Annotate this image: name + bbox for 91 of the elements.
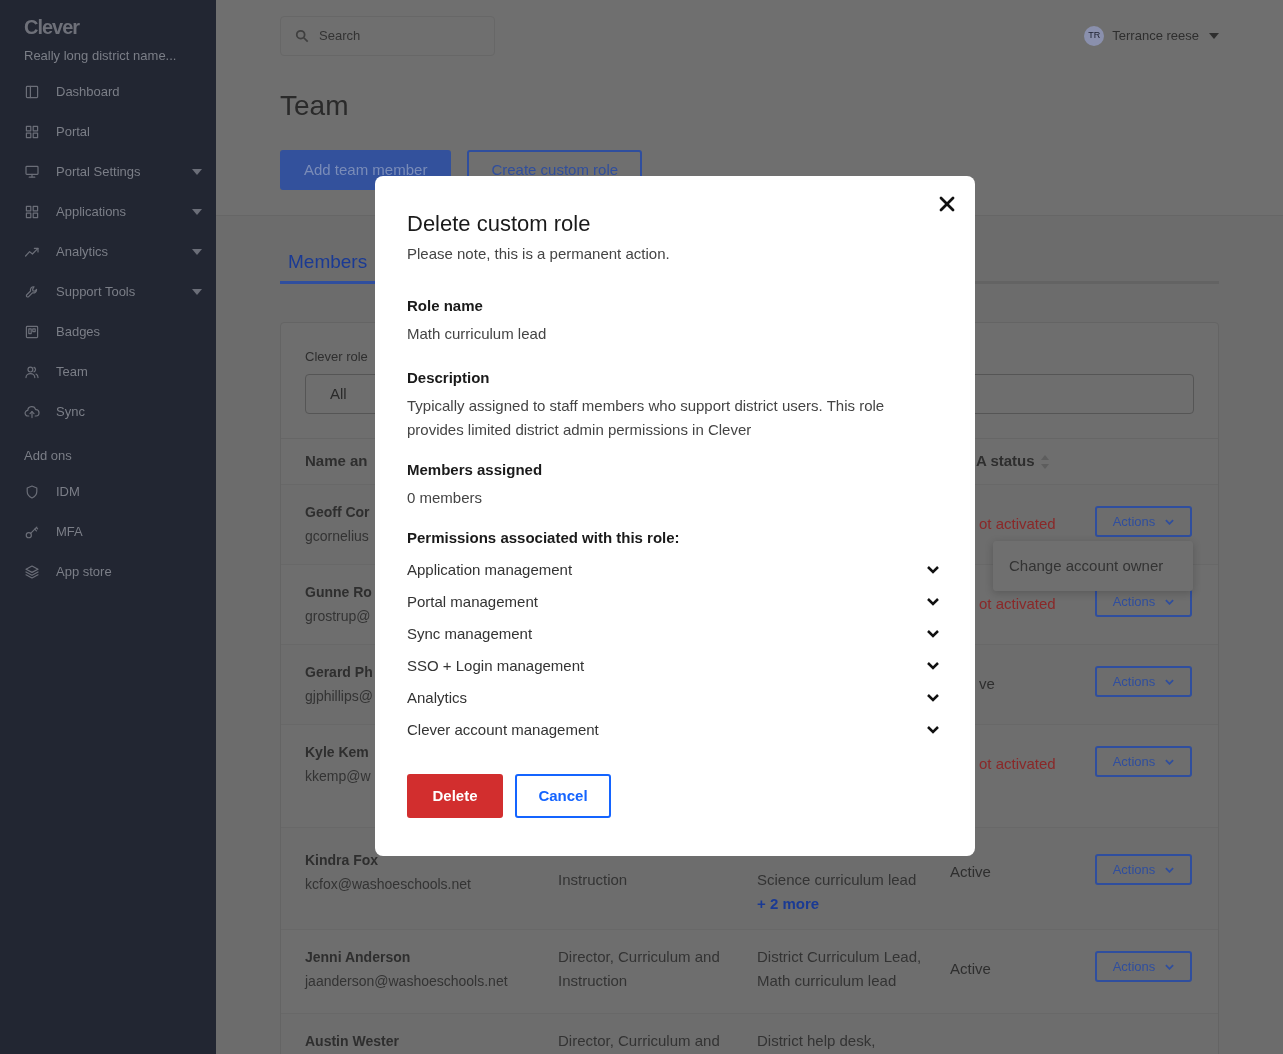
- cancel-button[interactable]: Cancel: [515, 774, 611, 818]
- cloud-upload-icon: [24, 403, 40, 420]
- district-name[interactable]: Really long district name...: [0, 46, 177, 66]
- caret-icon[interactable]: [192, 288, 202, 295]
- member-email: kkemp@w: [305, 767, 371, 786]
- member-name: Jenni Anderson: [305, 948, 411, 967]
- role-text: Director, Curriculum and: [558, 1031, 720, 1051]
- avatar[interactable]: TR: [1084, 26, 1105, 46]
- chevron-icon: [1165, 598, 1175, 605]
- modal-subtitle: Please note, this is a permanent action.: [407, 244, 670, 264]
- close-icon[interactable]: [939, 196, 955, 212]
- modal-title: Delete custom role: [407, 210, 591, 238]
- caret-icon[interactable]: [192, 168, 202, 175]
- member-name: Geoff Cor: [305, 503, 370, 522]
- board-icon: [24, 323, 40, 340]
- field-value: Typically assigned to staff members who support district users. This role provides limited district admin permissions in Clever: [407, 396, 886, 440]
- status-text: ve: [979, 675, 995, 692]
- custom-role-text: District help desk,: [757, 1031, 876, 1051]
- member-name: Kindra Fox: [305, 851, 379, 870]
- panel-icon: [24, 83, 40, 100]
- member-email: kcfox@washoeschools.net: [305, 875, 471, 894]
- user-name[interactable]: Terrance reese: [1112, 26, 1199, 46]
- grid-icon: [24, 203, 40, 220]
- search-icon: [295, 29, 309, 43]
- permission-row[interactable]: Sync management: [407, 618, 943, 650]
- status-text: ot activated: [979, 515, 1056, 532]
- menu-item[interactable]: Change account owner: [993, 549, 1193, 583]
- column-header[interactable]: A status: [976, 450, 1035, 473]
- custom-role-text: Science curriculum lead: [757, 870, 917, 890]
- chevron-icon: [1165, 963, 1175, 970]
- section-heading: Add ons: [23, 446, 73, 465]
- chevron-icon: [1165, 758, 1175, 765]
- permission-row[interactable]: Analytics: [407, 682, 943, 714]
- member-email: grostrup@: [305, 607, 371, 626]
- role-text: Instruction: [558, 971, 628, 991]
- field-label: Description: [407, 368, 490, 388]
- logo[interactable]: Clever: [0, 12, 80, 42]
- nav-item[interactable]: Portal: [56, 121, 202, 142]
- permission-row[interactable]: Application management: [407, 554, 943, 586]
- field-label: Role name: [407, 296, 483, 316]
- nav-item[interactable]: IDM: [56, 481, 202, 502]
- nav-item[interactable]: Dashboard: [56, 81, 202, 102]
- monitor-icon: [24, 163, 40, 180]
- delete-button[interactable]: Delete: [407, 774, 503, 818]
- chevron-icon: [1165, 518, 1175, 525]
- caret-icon[interactable]: [192, 208, 202, 215]
- chevron-icon: [1165, 866, 1175, 873]
- caret-icon[interactable]: [192, 248, 202, 255]
- nav-item[interactable]: Applications: [56, 201, 192, 222]
- caret-icon[interactable]: [1209, 33, 1219, 39]
- nav-item[interactable]: MFA: [56, 521, 202, 542]
- more-link[interactable]: + 2 more: [757, 892, 820, 916]
- permissions-heading: Permissions associated with this role:: [407, 528, 680, 548]
- field-label: Members assigned: [407, 460, 543, 480]
- member-name: Austin Wester: [305, 1032, 399, 1051]
- status-text: Active: [950, 960, 991, 977]
- shield-icon: [24, 483, 40, 500]
- status-text: ot activated: [979, 755, 1056, 772]
- nav-item[interactable]: Support Tools: [56, 281, 192, 302]
- status-text: ot activated: [979, 595, 1056, 612]
- nav-item[interactable]: Sync: [56, 401, 202, 422]
- member-email: gjphillips@: [305, 687, 373, 706]
- field-value: Math curriculum lead: [407, 324, 548, 344]
- grid-icon: [24, 123, 40, 140]
- custom-role-text: Math curriculum lead: [757, 971, 897, 991]
- nav-item[interactable]: App store: [56, 561, 202, 582]
- nav-item[interactable]: Badges: [56, 321, 202, 342]
- nav-item[interactable]: Portal Settings: [56, 161, 192, 182]
- filter-label: Clever role: [305, 347, 368, 366]
- chevron-icon: [1165, 678, 1175, 685]
- wrench-icon: [24, 283, 40, 300]
- member-name: Gerard Ph: [305, 663, 373, 682]
- custom-role-text: District Curriculum Lead,: [757, 947, 922, 967]
- status-text: Active: [950, 863, 991, 880]
- page-title: Team: [280, 89, 349, 123]
- layers-icon: [24, 563, 40, 580]
- search-input[interactable]: Search: [319, 26, 469, 46]
- role-text: Director, Curriculum and: [558, 947, 720, 967]
- member-name: Kyle Kem: [305, 743, 369, 762]
- member-email: gcornelius: [305, 527, 369, 546]
- permission-row[interactable]: SSO + Login management: [407, 650, 943, 682]
- nav-item[interactable]: Team: [56, 361, 202, 382]
- member-name: Gunne Ro: [305, 583, 372, 602]
- member-email: jaanderson@washoeschools.net: [305, 972, 508, 991]
- permission-row[interactable]: Clever account management: [407, 714, 943, 746]
- search-field[interactable]: Search: [280, 16, 495, 56]
- permission-row[interactable]: Portal management: [407, 586, 943, 618]
- field-value: 0 members: [407, 488, 484, 508]
- column-header[interactable]: Name an: [305, 450, 368, 473]
- role-text: Instruction: [558, 870, 628, 890]
- nav-item[interactable]: Analytics: [56, 241, 192, 262]
